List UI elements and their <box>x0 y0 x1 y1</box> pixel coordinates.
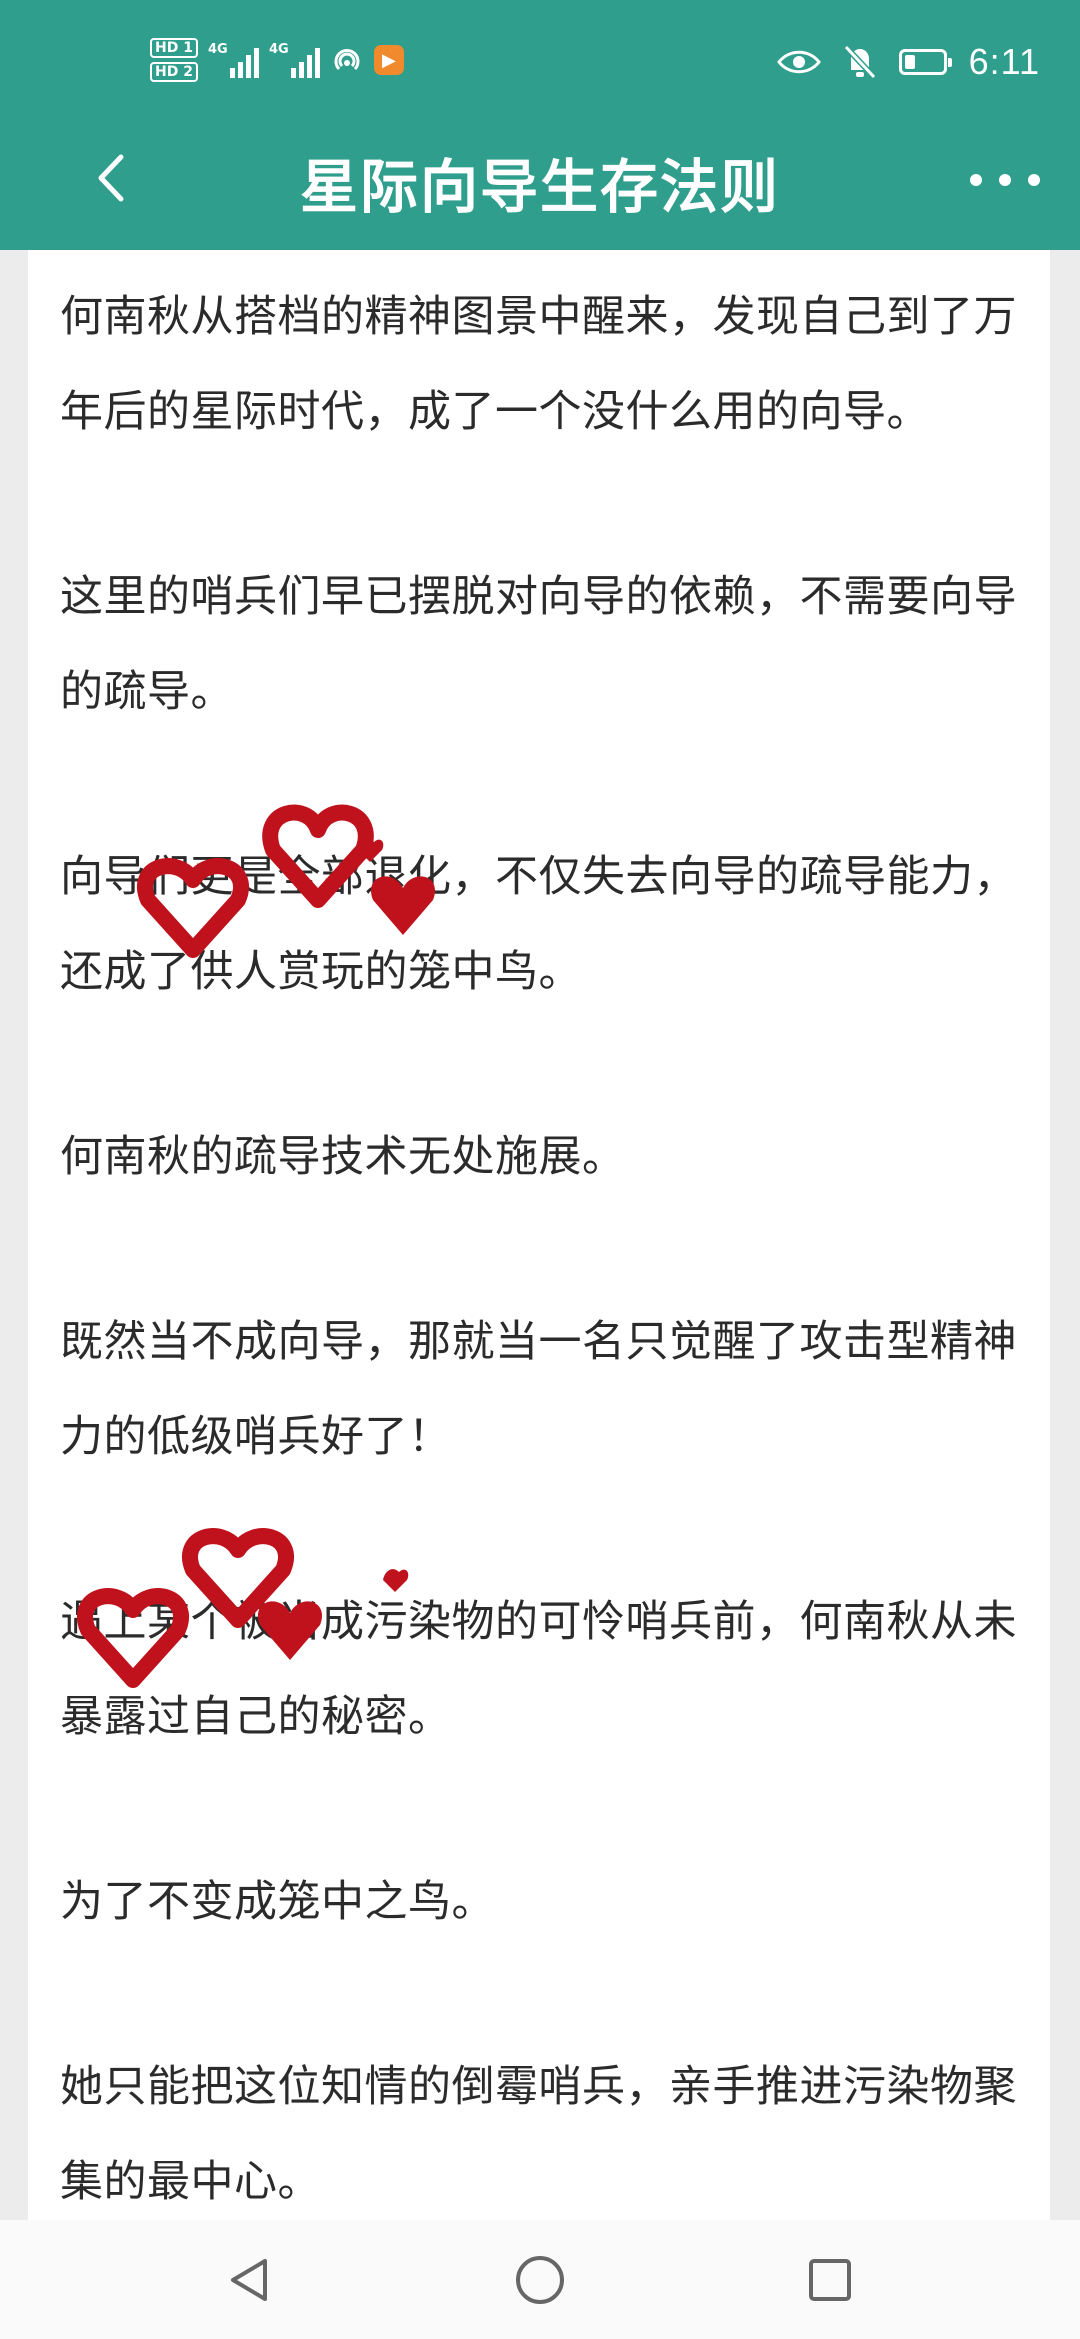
hd1-badge: HD 1 <box>150 38 198 58</box>
signal-2-label: 4G <box>268 42 289 57</box>
top-nav: 星际向导生存法则 <box>0 120 1080 250</box>
status-bar: HD 1 HD 2 4G 4G ▶ 6:11 <box>0 0 1080 120</box>
hd-indicators: HD 1 HD 2 <box>150 38 198 82</box>
signal-2-icon: 4G <box>269 42 320 78</box>
system-home-button[interactable] <box>510 2250 570 2310</box>
hd2-badge: HD 2 <box>150 62 198 82</box>
app-header: HD 1 HD 2 4G 4G ▶ 6:11 星际向导生存法则 <box>0 0 1080 250</box>
app-notification-icon: ▶ <box>373 45 404 75</box>
system-recents-button[interactable] <box>800 2250 860 2310</box>
signal-1-label: 4G <box>207 42 228 57</box>
battery-level <box>904 55 916 69</box>
circle-home-icon <box>516 2255 564 2304</box>
system-nav-bar <box>0 2220 1080 2339</box>
paragraph-5: 既然当不成向导，那就当一名只觉醒了攻击型精神力的低级哨兵好了！ <box>60 1317 1017 1462</box>
bell-muted-icon <box>843 44 876 80</box>
more-dots-icon <box>970 174 982 186</box>
article-body: 何南秋从搭档的精神图景中醒来，发现自己到了万年后的星际时代，成了一个没什么用的向… <box>60 270 1020 2220</box>
paragraph-7: 为了不变成笼中之鸟。 <box>60 1877 495 1927</box>
status-right: 6:11 <box>776 32 1040 92</box>
clock: 6:11 <box>968 41 1040 82</box>
system-back-button[interactable] <box>220 2250 280 2310</box>
hotspot-icon <box>334 49 360 71</box>
page-title: 星际向导生存法则 <box>299 153 780 221</box>
more-button[interactable] <box>970 150 1040 210</box>
signal-1-icon: 4G <box>208 42 259 78</box>
paragraph-4: 何南秋的疏导技术无处施展。 <box>60 1132 626 1182</box>
eye-icon <box>776 50 821 74</box>
paragraph-6: 遇上某个被当成污染物的可怜哨兵前，何南秋从未暴露过自己的秘密。 <box>60 1597 1017 1742</box>
status-left: HD 1 HD 2 4G 4G ▶ <box>150 30 404 90</box>
square-recents-icon <box>809 2258 851 2301</box>
paragraph-1: 何南秋从搭档的精神图景中醒来，发现自己到了万年后的星际时代，成了一个没什么用的向… <box>60 292 1017 437</box>
reading-page[interactable]: 何南秋从搭档的精神图景中醒来，发现自己到了万年后的星际时代，成了一个没什么用的向… <box>28 250 1050 2220</box>
paragraph-8: 她只能把这位知情的倒霉哨兵，亲手推进污染物聚集的最中心。 <box>60 2062 1017 2207</box>
paragraph-2: 这里的哨兵们早已摆脱对向导的依赖，不需要向导的疏导。 <box>60 572 1017 717</box>
triangle-back-icon <box>231 2258 267 2301</box>
paragraph-3: 向导们更是全部退化，不仅失去向导的疏导能力，还成了供人赏玩的笼中鸟。 <box>60 852 1017 997</box>
battery-icon <box>898 49 952 75</box>
